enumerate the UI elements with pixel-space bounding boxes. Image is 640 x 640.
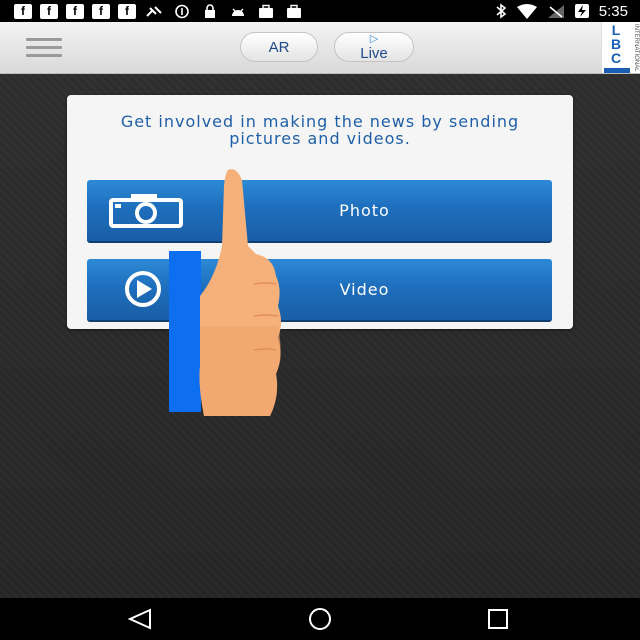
hamburger-menu-icon[interactable] [26, 38, 62, 58]
facebook-icon: f [40, 3, 58, 19]
video-button[interactable]: Video [87, 259, 552, 322]
briefcase-icon [284, 4, 304, 19]
briefcase-icon [256, 4, 276, 19]
video-label: Video [339, 280, 390, 299]
logo-letter: C [610, 50, 622, 66]
logo-letter: B [610, 36, 622, 52]
recents-icon[interactable] [478, 606, 518, 632]
live-label: Live [360, 44, 388, 62]
play-icon: ▷ [369, 32, 379, 45]
bluetooth-icon [496, 3, 507, 19]
contribute-card: Get involved in making the news by sendi… [67, 95, 573, 329]
status-bar: f f f f f 5:35 [0, 0, 640, 22]
logo-bar [604, 68, 630, 73]
facebook-icon: f [118, 3, 136, 19]
back-icon[interactable] [120, 606, 160, 632]
live-button[interactable]: ▷ Live [334, 32, 414, 62]
photo-label: Photo [339, 201, 390, 220]
lbc-logo: L B C INTERNATIONAL [601, 22, 640, 73]
clock: 5:35 [598, 2, 628, 20]
main-content: Get involved in making the news by sendi… [0, 74, 640, 598]
navigation-bar [0, 598, 640, 640]
signal-icon [547, 4, 564, 18]
facebook-icon: f [14, 3, 32, 19]
satellite-icon [144, 4, 164, 19]
logo-subtext: INTERNATIONAL [633, 24, 639, 72]
app-header: AR ▷ Live L B C INTERNATIONAL [0, 22, 640, 74]
android-icon [228, 4, 248, 19]
language-ar-label: AR [268, 38, 290, 56]
data-saver-icon [172, 4, 192, 19]
lock-icon [200, 3, 220, 19]
wifi-icon [516, 3, 537, 19]
home-icon[interactable] [300, 606, 340, 632]
language-ar-button[interactable]: AR [240, 32, 318, 62]
system-icons: 5:35 [495, 3, 640, 20]
photo-button[interactable]: Photo [87, 180, 552, 243]
battery-icon [574, 4, 589, 18]
thumbs-up-icon [199, 169, 281, 416]
card-message: Get involved in making the news by sendi… [120, 112, 520, 148]
notification-icons: f f f f f [0, 3, 304, 19]
logo-letter: L [611, 22, 621, 38]
facebook-icon: f [66, 3, 84, 19]
facebook-icon: f [92, 3, 110, 19]
